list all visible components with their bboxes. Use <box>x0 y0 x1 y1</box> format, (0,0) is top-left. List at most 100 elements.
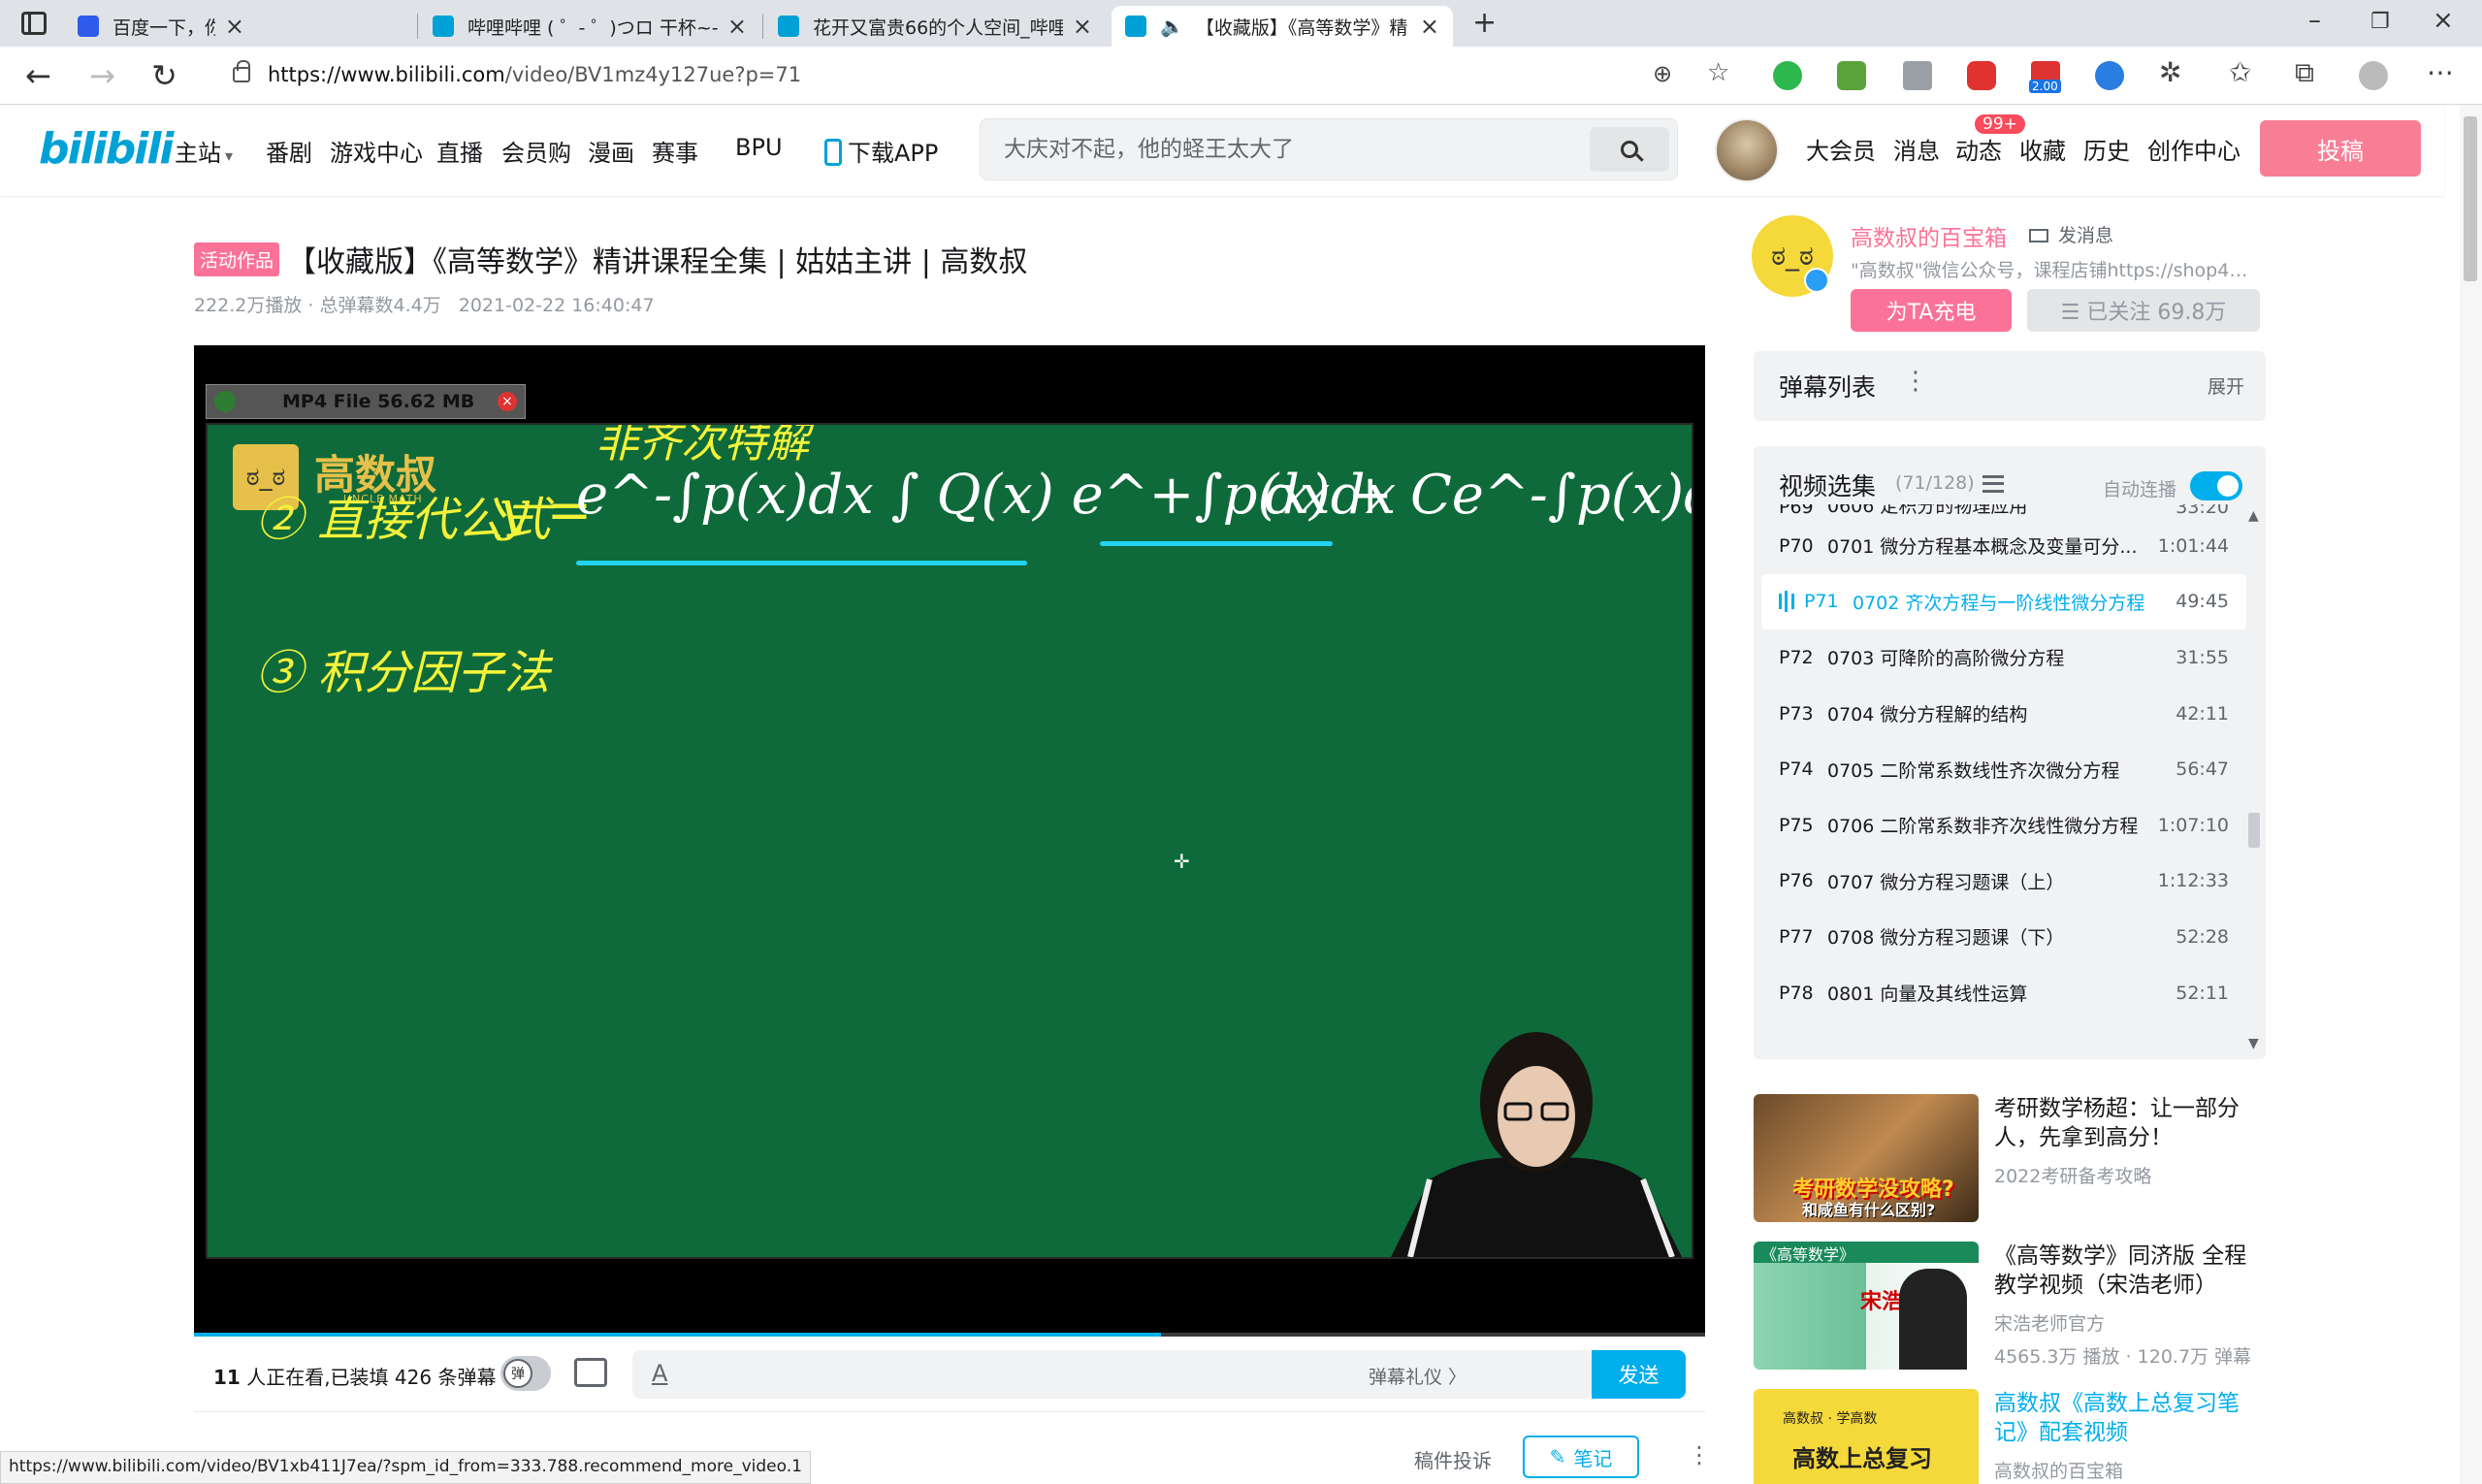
more-icon[interactable]: ⋮ <box>1688 1441 1711 1468</box>
recommend-title[interactable]: 《高等数学》同济版 全程教学视频（宋浩老师） <box>1994 1242 2266 1300</box>
recommend-title[interactable]: 高数叔《高数上总复习笔记》配套视频 <box>1994 1389 2266 1447</box>
expand-button[interactable]: 展开 <box>2208 372 2244 399</box>
send-danmaku-button[interactable]: 发送 <box>1592 1350 1686 1399</box>
recommend-item[interactable]: 考研数学没攻略? 和咸鱼有什么区别? 考研数学杨超：让一部分人，先拿到高分！ 2… <box>1754 1094 2266 1222</box>
recommend-uploader[interactable]: 2022考研备考攻略 <box>1994 1162 2151 1188</box>
recommend-title[interactable]: 考研数学杨超：让一部分人，先拿到高分！ <box>1994 1094 2266 1152</box>
danmaku-etiquette-link[interactable]: 弹幕礼仪 〉 <box>1369 1363 1467 1389</box>
list-item[interactable]: P69 0606 定积分的物理应用 33:20 <box>1761 504 2246 518</box>
tab-user-space[interactable]: 花开又富贵66的个人空间_哔哩哔 × <box>764 6 1106 47</box>
nav-manga[interactable]: 漫画 <box>588 134 634 168</box>
recommend-uploader[interactable]: 宋浩老师官方 <box>1994 1309 2105 1336</box>
nav-game-center[interactable]: 游戏中心 <box>330 134 423 168</box>
autoplay-toggle[interactable] <box>2190 471 2242 500</box>
extension-tree-icon[interactable] <box>1837 61 1866 90</box>
recommend-item[interactable]: 高数叔 · 学高数 高数上总复习 高数叔《高数上总复习笔记》配套视频 高数叔的百… <box>1754 1389 2266 1484</box>
back-button[interactable]: ← <box>25 56 51 95</box>
nav-messages[interactable]: 消息 <box>1893 132 1940 166</box>
nav-creator-center[interactable]: 创作中心 <box>2147 132 2240 166</box>
font-style-icon[interactable]: A <box>652 1360 667 1387</box>
forward-button[interactable]: → <box>89 56 115 95</box>
nav-download-app[interactable]: 下载APP <box>824 134 938 168</box>
list-item-current[interactable]: P71 0702 齐次方程与一阶线性微分方程 49:45 <box>1761 573 2246 630</box>
video-thumbnail[interactable]: 《高等数学》 宋浩 <box>1754 1242 1979 1370</box>
search-input[interactable] <box>1004 119 1586 179</box>
nav-bangumi[interactable]: 番剧 <box>266 134 312 168</box>
kebab-icon[interactable]: ⋮ <box>1903 367 1928 396</box>
recommend-item[interactable]: 《高等数学》 宋浩 《高等数学》同济版 全程教学视频（宋浩老师） 宋浩老师官方 … <box>1754 1242 2266 1370</box>
follow-button[interactable]: ☰ 已关注 69.8万 <box>2027 289 2260 332</box>
collections-icon[interactable]: ⧉ <box>2295 56 2314 89</box>
nav-history[interactable]: 历史 <box>2083 132 2130 166</box>
charge-button[interactable]: 为TA充电 <box>1851 289 2012 332</box>
activity-tag[interactable]: 活动作品 <box>194 242 280 276</box>
list-item[interactable]: P72 0703 可降阶的高阶微分方程 31:55 <box>1761 629 2246 686</box>
close-icon[interactable]: × <box>1073 13 1092 40</box>
page-scrollbar[interactable] <box>2460 105 2482 1484</box>
extension-shield-icon[interactable] <box>2095 61 2124 90</box>
upload-button[interactable]: 投稿 <box>2260 120 2421 177</box>
extension-video-icon[interactable] <box>1967 61 1996 90</box>
danmaku-input[interactable] <box>700 1350 1379 1399</box>
url-field[interactable]: https://www.bilibili.com /video/BV1mz4y1… <box>213 52 1726 97</box>
scroll-down-icon[interactable]: ▼ <box>2248 1036 2259 1051</box>
nav-esports[interactable]: 赛事 <box>652 134 698 168</box>
refresh-button[interactable]: ↻ <box>151 56 177 95</box>
new-tab-button[interactable]: + <box>1472 6 1497 40</box>
danmaku-settings-icon[interactable] <box>574 1358 607 1387</box>
tab-baidu[interactable]: 百度一下，你就知道 × <box>64 6 258 47</box>
note-button[interactable]: ✎ 笔记 <box>1523 1436 1639 1478</box>
close-icon[interactable]: × <box>727 13 747 40</box>
extension-n-icon[interactable] <box>1773 61 1802 90</box>
scroll-thumb[interactable] <box>2248 813 2260 848</box>
video-thumbnail[interactable]: 考研数学没攻略? 和咸鱼有什么区别? <box>1754 1094 1979 1222</box>
recommend-uploader[interactable]: 高数叔的百宝箱 <box>1994 1457 2123 1483</box>
report-link[interactable]: 稿件投诉 <box>1414 1445 1492 1473</box>
list-item[interactable]: P70 0701 微分方程基本概念及变量可分... 1:01:44 <box>1761 518 2246 574</box>
close-icon[interactable]: × <box>225 13 244 40</box>
nav-main[interactable]: 主站 ▾ <box>175 134 233 168</box>
tab-current-video[interactable]: 🔈 【收藏版】《高等数学》精 × <box>1112 6 1453 47</box>
page-scroll-thumb[interactable] <box>2464 116 2477 281</box>
scroll-up-icon[interactable]: ▲ <box>2248 508 2259 524</box>
video-thumbnail[interactable]: 高数叔 · 学高数 高数上总复习 <box>1754 1389 1979 1484</box>
list-item[interactable]: P76 0707 微分方程习题课（上） 1:12:33 <box>1761 854 2246 910</box>
zoom-icon[interactable]: ⊕ <box>1653 60 1672 87</box>
speaker-icon[interactable]: 🔈 <box>1160 15 1184 38</box>
close-icon[interactable]: × <box>498 392 517 411</box>
menu-dots-icon[interactable]: ⋯ <box>2427 56 2454 88</box>
close-icon[interactable]: × <box>1420 13 1439 40</box>
tab-actions-icon[interactable] <box>21 12 47 35</box>
extensions-icon[interactable]: ✲ <box>2159 56 2181 88</box>
video-player[interactable]: MP4 File 56.62 MB × ಠ_ಠ 高数叔 UNCLE MATH 非… <box>194 345 1705 1337</box>
download-overlay[interactable]: MP4 File 56.62 MB × <box>206 384 526 419</box>
danmaku-list-panel[interactable]: 弹幕列表 ⋮ 展开 <box>1754 351 2266 421</box>
favorite-add-icon[interactable]: ☆ <box>1707 58 1729 87</box>
list-item[interactable]: P74 0705 二阶常系数线性齐次微分方程 56:47 <box>1761 741 2246 797</box>
danmaku-toggle[interactable]: 弹 <box>500 1356 551 1391</box>
nav-dynamics[interactable]: 动态 <box>1955 132 2002 166</box>
avatar[interactable] <box>1715 118 1779 182</box>
close-window-button[interactable]: × <box>2433 6 2454 35</box>
profile-icon[interactable] <box>2359 61 2388 90</box>
bilibili-logo[interactable]: bilibili <box>39 124 174 174</box>
nav-favorites[interactable]: 收藏 <box>2019 132 2066 166</box>
nav-shop[interactable]: 会员购 <box>501 134 571 168</box>
list-item[interactable]: P75 0706 二阶常系数非齐次线性微分方程 1:07:10 <box>1761 797 2246 854</box>
nav-vip[interactable]: 大会员 <box>1806 132 1876 166</box>
list-item[interactable]: P73 0704 微分方程解的结构 42:11 <box>1761 686 2246 742</box>
minimize-button[interactable]: – <box>2308 6 2321 35</box>
nav-bpu[interactable]: BPU <box>735 134 783 161</box>
favorites-icon[interactable]: ✩ <box>2229 56 2251 88</box>
tab-bilibili-home[interactable]: 哔哩哔哩 ( ゜- ゜)つロ 干杯~-bili × <box>419 6 760 47</box>
list-item[interactable]: P77 0708 微分方程习题课（下） 52:28 <box>1761 909 2246 965</box>
uploader-name[interactable]: 高数叔的百宝箱 <box>1851 219 2007 252</box>
search-button[interactable] <box>1590 127 1669 172</box>
extension-book-icon[interactable] <box>1903 61 1932 90</box>
maximize-button[interactable]: ❐ <box>2370 10 2390 34</box>
lock-icon[interactable] <box>233 60 250 82</box>
list-item[interactable]: P78 0801 向量及其线性运算 52:11 <box>1761 965 2246 1021</box>
send-message-link[interactable]: 发消息 <box>2029 221 2113 247</box>
list-view-icon[interactable] <box>1982 475 2004 493</box>
nav-live[interactable]: 直播 <box>436 134 483 168</box>
